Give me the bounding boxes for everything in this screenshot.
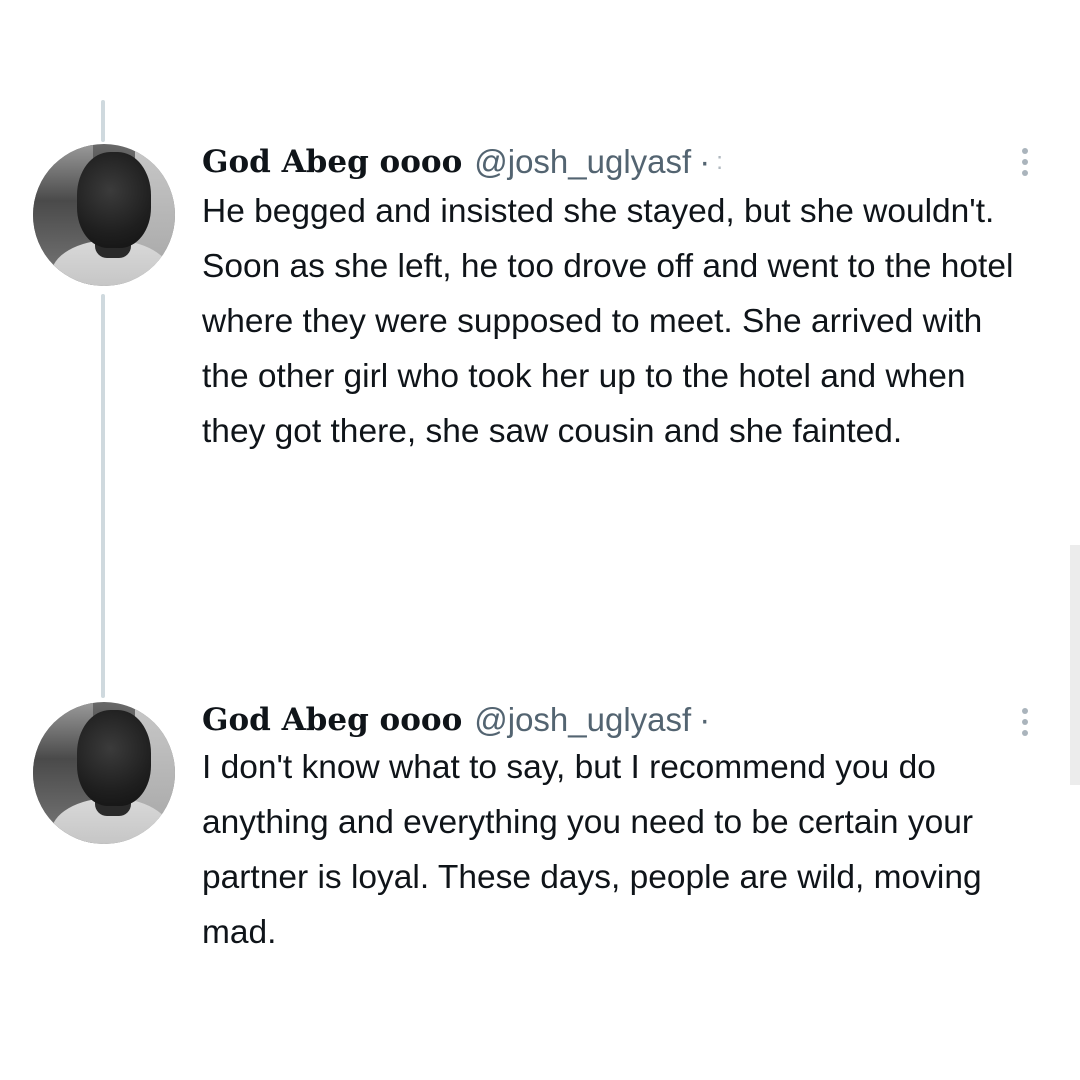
tweet-content: God Abeg oooo @josh_uglyasf · I don't kn… (202, 700, 1032, 960)
thread-connector (101, 294, 105, 698)
tweet-header: God Abeg oooo @josh_uglyasf · (202, 700, 1032, 740)
separator-dot: · (699, 143, 711, 180)
author-name[interactable]: God Abeg oooo (202, 700, 462, 740)
tweet-text: I don't know what to say, but I recommen… (202, 749, 982, 951)
tweet-time[interactable]: : (716, 142, 723, 182)
author-handle[interactable]: @josh_uglyasf (474, 700, 691, 740)
more-options-icon[interactable] (1018, 142, 1032, 182)
avatar-head (77, 152, 151, 248)
more-dot (1022, 719, 1028, 725)
more-dot (1022, 708, 1028, 714)
scrollbar[interactable] (1070, 545, 1080, 785)
more-dot (1022, 170, 1028, 176)
tweet-content: God Abeg oooo @josh_uglyasf · : He begge… (202, 142, 1032, 459)
tweet-text: He begged and insisted she stayed, but s… (202, 193, 1014, 450)
thread-connector-top (101, 100, 105, 142)
author-name[interactable]: God Abeg oooo (202, 142, 462, 182)
avatar-head (77, 710, 151, 806)
avatar[interactable] (33, 144, 175, 286)
tweet-header: God Abeg oooo @josh_uglyasf · : (202, 142, 1032, 182)
separator-dot: · (699, 701, 711, 738)
avatar[interactable] (33, 702, 175, 844)
author-handle[interactable]: @josh_uglyasf (474, 142, 691, 182)
more-dot (1022, 730, 1028, 736)
more-dot (1022, 159, 1028, 165)
more-dot (1022, 148, 1028, 154)
more-options-icon[interactable] (1018, 702, 1032, 742)
